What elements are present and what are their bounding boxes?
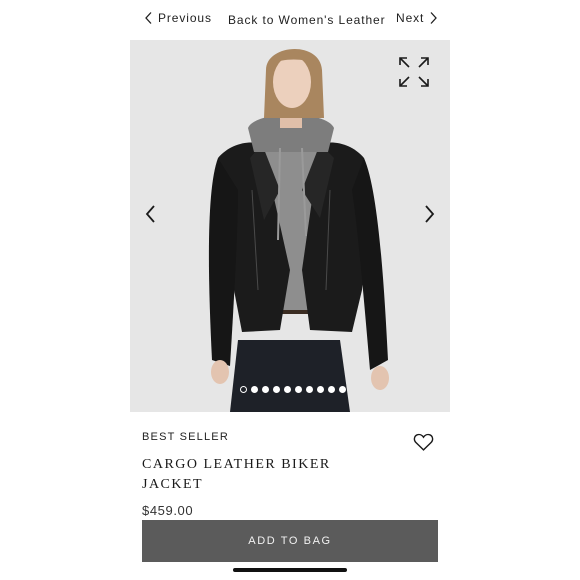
next-link[interactable]: Next <box>396 11 438 25</box>
gallery-prev-arrow-icon[interactable] <box>142 202 160 226</box>
gallery-dot[interactable] <box>273 386 280 393</box>
gallery-dot[interactable] <box>284 386 291 393</box>
gallery-next-arrow-icon[interactable] <box>420 202 438 226</box>
chevron-left-icon <box>145 12 152 24</box>
back-to-category-link[interactable]: Back to Women's Leather <box>228 11 386 29</box>
gallery-dot[interactable] <box>339 386 346 393</box>
home-indicator[interactable] <box>233 568 347 572</box>
previous-label: Previous <box>158 11 212 25</box>
expand-icon[interactable] <box>398 56 430 88</box>
gallery-dot[interactable] <box>251 386 258 393</box>
gallery-dot[interactable] <box>306 386 313 393</box>
gallery-dot[interactable] <box>240 386 247 393</box>
product-image-gallery[interactable] <box>130 40 450 412</box>
gallery-dot[interactable] <box>295 386 302 393</box>
back-label: Back to Women's Leather <box>228 13 386 27</box>
previous-link[interactable]: Previous <box>144 11 212 25</box>
gallery-dot[interactable] <box>328 386 335 393</box>
product-title: CARGO LEATHER BIKER JACKET <box>142 457 331 492</box>
product-price: $459.00 <box>142 503 194 518</box>
next-label: Next <box>396 11 425 25</box>
best-seller-badge: BEST SELLER <box>142 431 229 443</box>
gallery-pagination-dots <box>130 386 450 393</box>
gallery-dot[interactable] <box>262 386 269 393</box>
heart-outline-icon[interactable] <box>413 432 434 452</box>
chevron-right-icon <box>430 12 438 24</box>
gallery-dot[interactable] <box>317 386 324 393</box>
product-photo <box>130 40 450 412</box>
top-navigation: Previous Back to Women's Leather Next <box>0 8 580 32</box>
add-to-bag-button[interactable]: ADD TO BAG <box>142 520 438 562</box>
